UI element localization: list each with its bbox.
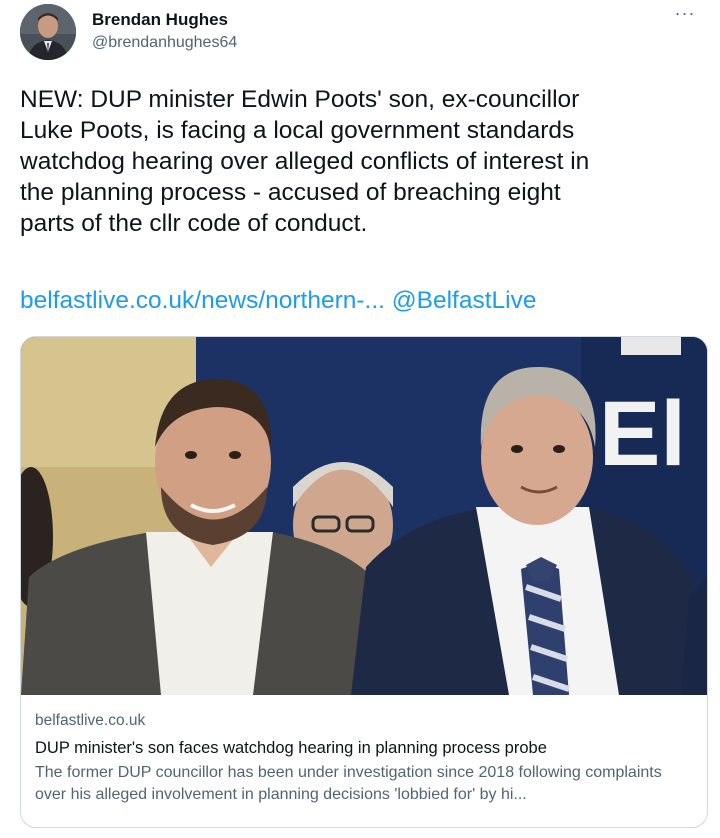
author-avatar[interactable] [20,4,76,60]
author-names: Brendan Hughes @brendanhughes64 [92,10,237,54]
mention-link[interactable]: @BelfastLive [392,287,537,314]
tweet[interactable]: Brendan Hughes @brendanhughes64 ··· NEW:… [0,0,720,838]
user-photo-icon [20,4,76,60]
card-description: The former DUP councillor has been under… [35,764,662,803]
card-title[interactable]: DUP minister's son faces watchdog hearin… [35,737,695,759]
author-display-name[interactable]: Brendan Hughes [92,10,237,30]
article-link[interactable]: belfastlive.co.uk/news/northern-... [20,287,385,314]
link-card[interactable]: El belfastlive.co.uk DUP minister's son … [20,336,708,828]
tweet-text: NEW: DUP minister Edwin Poots' son, ex-c… [20,86,590,237]
more-options-icon[interactable]: ··· [670,4,700,28]
card-photo: El [21,337,707,695]
card-image[interactable]: El [21,337,707,695]
card-domain: belfastlive.co.uk [35,712,146,729]
tweet-header: Brendan Hughes @brendanhughes64 ··· [20,4,700,64]
author-handle[interactable]: @brendanhughes64 [92,32,237,54]
card-meta: belfastlive.co.uk DUP minister's son fac… [35,711,695,806]
tweet-links: belfastlive.co.uk/news/northern-... @Bel… [20,285,704,316]
backdrop-lettering: El [599,383,686,485]
